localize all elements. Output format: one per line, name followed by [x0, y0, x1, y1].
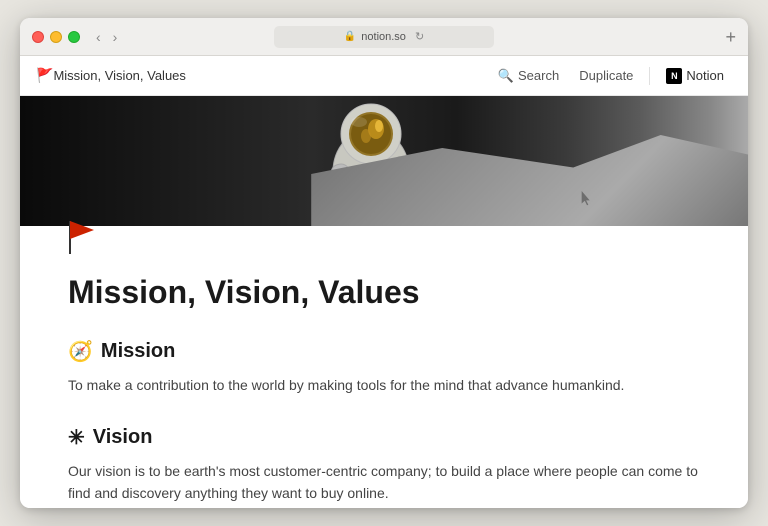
mission-section: 🧭 Mission To make a contribution to the … — [68, 339, 700, 396]
title-bar: ‹ › 🔒 notion.so ↻ + — [20, 18, 748, 56]
flag-icon — [60, 216, 100, 256]
nav-buttons: ‹ › — [92, 27, 121, 47]
page-content: Mission, Vision, Values 🧭 Mission To mak… — [20, 96, 748, 508]
new-tab-button[interactable]: + — [725, 28, 736, 46]
notion-logo: N — [666, 68, 682, 84]
vision-section: ✳ Vision Our vision is to be earth's mos… — [68, 425, 700, 505]
address-bar[interactable]: 🔒 notion.so ↻ — [274, 26, 494, 48]
toolbar: 🚩 Mission, Vision, Values 🔍 Search Dupli… — [20, 56, 748, 96]
mission-emoji: 🧭 — [68, 339, 93, 364]
mission-heading: 🧭 Mission — [68, 339, 700, 364]
search-button[interactable]: 🔍 Search — [490, 64, 567, 88]
notion-button[interactable]: N Notion — [658, 64, 732, 88]
browser-window: ‹ › 🔒 notion.so ↻ + 🚩 Mission, Vision, V… — [20, 18, 748, 508]
refresh-button[interactable]: ↻ — [415, 30, 424, 43]
lock-icon: 🔒 — [344, 31, 356, 42]
mission-text: To make a contribution to the world by m… — [68, 374, 700, 396]
flag-container — [20, 216, 748, 261]
page-main-title: Mission, Vision, Values — [68, 273, 700, 311]
maximize-button[interactable] — [68, 31, 80, 43]
url-text: notion.so — [361, 31, 406, 43]
vision-emoji: ✳ — [68, 425, 85, 450]
mission-heading-text: Mission — [101, 340, 175, 363]
toolbar-divider — [649, 67, 650, 85]
hero-image — [20, 96, 748, 226]
duplicate-button[interactable]: Duplicate — [571, 64, 641, 87]
traffic-lights — [32, 31, 80, 43]
vision-text: Our vision is to be earth's most custome… — [68, 460, 700, 505]
minimize-button[interactable] — [50, 31, 62, 43]
vision-heading-text: Vision — [93, 426, 153, 449]
toolbar-right: 🔍 Search Duplicate N Notion — [490, 64, 732, 88]
forward-button[interactable]: › — [109, 27, 122, 47]
content-area: Mission, Vision, Values 🧭 Mission To mak… — [20, 261, 748, 508]
search-icon: 🔍 — [498, 68, 514, 84]
close-button[interactable] — [32, 31, 44, 43]
vision-heading: ✳ Vision — [68, 425, 700, 450]
toolbar-page-title: Mission, Vision, Values — [53, 68, 185, 83]
page-flag-icon: 🚩 — [36, 67, 53, 84]
back-button[interactable]: ‹ — [92, 27, 105, 47]
